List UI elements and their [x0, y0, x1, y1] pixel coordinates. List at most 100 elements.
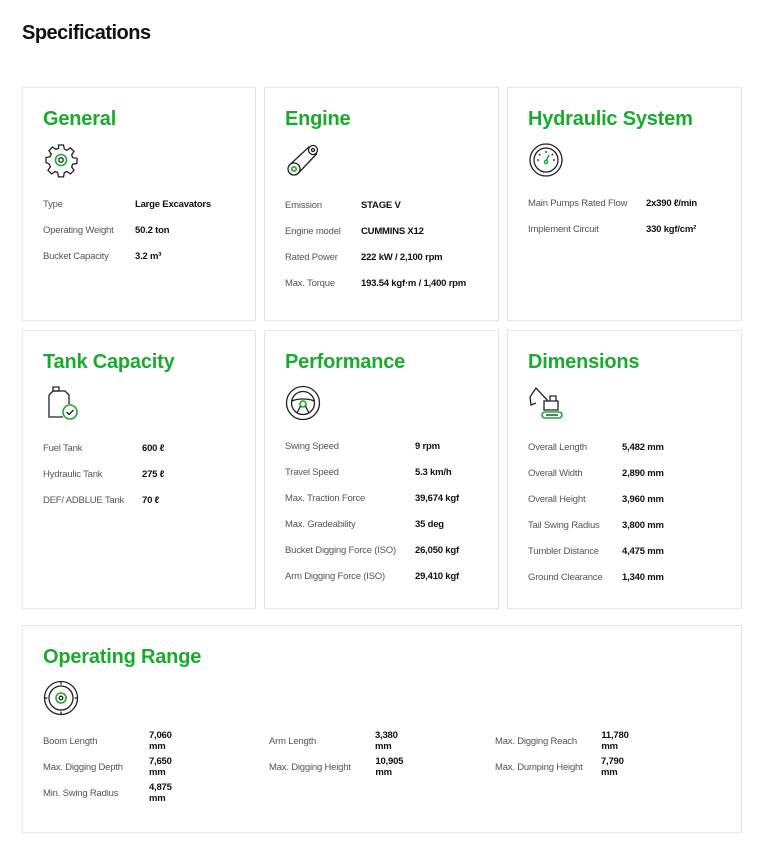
- spec-row: Hydraulic Tank 275 ℓ: [43, 461, 164, 487]
- spec-label: Overall Height: [528, 493, 586, 505]
- spec-label: Main Pumps Rated Flow: [528, 197, 628, 209]
- spec-value: Large Excavators: [135, 198, 212, 210]
- excavator-icon: [529, 386, 563, 419]
- spec-row: Overall Width 2,890 mm: [528, 460, 664, 486]
- spec-value: 2,890 mm: [622, 467, 664, 479]
- spec-value: 11,780 mm: [601, 730, 629, 752]
- performance-spec-list: Swing Speed 9 rpm Travel Speed 5.3 km/h Ma…: [285, 433, 459, 589]
- performance-card: Performance Swing Speed 9 rpm Travel Spee…: [264, 330, 499, 609]
- gauge-icon: [529, 143, 563, 177]
- spec-value: 7,060 mm: [148, 730, 172, 752]
- spec-label: Emission: [285, 199, 322, 211]
- spec-value: 2x390 ℓ/min: [646, 197, 698, 209]
- target-icon: [43, 680, 79, 716]
- spec-row: Rated Power 222 kW / 2,100 rpm: [285, 244, 466, 270]
- spec-row: Operating Weight 50.2 ton: [43, 217, 211, 243]
- spec-label: Hydraulic Tank: [43, 468, 103, 480]
- spec-row: Min. Swing Radius 4,875 mm: [43, 780, 186, 806]
- range-card: Operating Range Boom Length 7,060 mm Arm …: [22, 625, 742, 833]
- spec-row: Tumbler Distance 4,475 mm: [528, 538, 664, 564]
- dimensions-title: Dimensions: [528, 351, 640, 373]
- spec-value: 222 kW / 2,100 rpm: [361, 251, 443, 263]
- spec-value: 4,875 mm: [148, 782, 172, 804]
- range-title: Operating Range: [43, 646, 202, 668]
- spec-label: Arm Digging Force (ISO): [285, 570, 385, 582]
- spec-row: Type Large Excavators: [43, 191, 211, 217]
- spec-label: Max. Digging Height: [269, 761, 351, 773]
- spec-label: Type: [43, 198, 63, 210]
- spec-label: Fuel Tank: [43, 442, 83, 454]
- spec-label: Tumbler Distance: [528, 545, 599, 557]
- engine-card: Engine Emission STAGE V Engine model CUMMI…: [264, 87, 499, 321]
- spec-row: Implement Circuit 330 kgf/cm²: [528, 216, 697, 242]
- spec-value: 7,650 mm: [148, 756, 172, 778]
- spec-row: Bucket Digging Force (ISO) 26,050 kgf: [285, 537, 459, 563]
- spec-value: 50.2 ton: [135, 224, 170, 236]
- general-spec-list: Type Large Excavators Operating Weight 50.…: [43, 191, 211, 269]
- hydraulic-card: Hydraulic System Main Pumps Rated Flow 2x…: [507, 87, 742, 321]
- spec-value: 35 deg: [415, 518, 444, 530]
- spec-value: 4,475 mm: [622, 545, 664, 557]
- gear-icon: [45, 144, 78, 178]
- spec-value: 193.54 kgf·m / 1,400 rpm: [361, 277, 467, 289]
- spec-value: 3,800 mm: [622, 519, 664, 531]
- engine-belt-icon: [287, 144, 319, 176]
- tank-card: Tank Capacity Fuel Tank 600 ℓ Hydraulic T…: [22, 330, 256, 609]
- spec-value: 10,905 mm: [375, 756, 404, 778]
- spec-value: 275 ℓ: [142, 468, 165, 480]
- spec-value: 29,410 kgf: [415, 570, 459, 582]
- spec-value: 3.2 m³: [135, 250, 162, 262]
- spec-value: 1,340 mm: [622, 571, 664, 583]
- spec-value: 5.3 km/h: [415, 466, 452, 478]
- spec-row: Boom Length 7,060 mm: [43, 728, 186, 754]
- spec-value: 39,674 kgf: [415, 492, 459, 504]
- spec-label: Ground Clearance: [528, 571, 603, 583]
- spec-label: Implement Circuit: [528, 223, 599, 235]
- spec-label: Min. Swing Radius: [43, 787, 119, 799]
- general-title: General: [43, 108, 117, 130]
- spec-row: Fuel Tank 600 ℓ: [43, 435, 164, 461]
- spec-value: 330 kgf/cm²: [646, 223, 697, 235]
- spec-label: Operating Weight: [43, 224, 114, 236]
- spec-value: CUMMINS X12: [361, 225, 424, 237]
- spec-row: Engine model CUMMINS X12: [285, 218, 466, 244]
- spec-label: Max. Gradeability: [285, 518, 356, 530]
- page-title: Specifications: [22, 22, 151, 44]
- spec-label: Max. Torque: [285, 277, 335, 289]
- spec-value: 26,050 kgf: [415, 544, 459, 556]
- spec-value: 3,380 mm: [374, 730, 398, 752]
- dimensions-spec-list: Overall Length 5,482 mm Overall Width 2,89…: [528, 434, 664, 590]
- spec-row: DEF/ ADBLUE Tank 70 ℓ: [43, 487, 164, 513]
- performance-title: Performance: [285, 351, 406, 373]
- spec-row: Arm Length 3,380 mm: [269, 728, 412, 754]
- spec-label: Overall Length: [528, 441, 587, 453]
- general-card: General Type Large Excavators Operating W…: [22, 87, 256, 321]
- spec-row: Ground Clearance 1,340 mm: [528, 564, 664, 590]
- spec-label: Max. Traction Force: [285, 492, 366, 504]
- spec-row: Arm Digging Force (ISO) 29,410 kgf: [285, 563, 459, 589]
- spec-row: Max. Gradeability 35 deg: [285, 511, 459, 537]
- hydraulic-spec-list: Main Pumps Rated Flow 2x390 ℓ/min Impleme…: [528, 190, 697, 242]
- spec-value: STAGE V: [361, 199, 401, 211]
- fuel-can-icon: [48, 386, 78, 420]
- spec-label: Boom Length: [43, 735, 98, 747]
- spec-label: DEF/ ADBLUE Tank: [43, 494, 125, 506]
- spec-value: 5,482 mm: [622, 441, 664, 453]
- spec-row: Tail Swing Radius 3,800 mm: [528, 512, 664, 538]
- tank-spec-list: Fuel Tank 600 ℓ Hydraulic Tank 275 ℓ DEF/ …: [43, 435, 164, 513]
- spec-row: Max. Traction Force 39,674 kgf: [285, 485, 459, 511]
- steering-wheel-icon: [285, 385, 321, 421]
- spec-value: 600 ℓ: [142, 442, 165, 454]
- spec-row: Overall Height 3,960 mm: [528, 486, 664, 512]
- spec-row: Bucket Capacity 3.2 m³: [43, 243, 211, 269]
- spec-row: Overall Length 5,482 mm: [528, 434, 664, 460]
- spec-label: Swing Speed: [285, 440, 339, 452]
- spec-label: Max. Dumping Height: [495, 761, 583, 773]
- spec-value: 3,960 mm: [622, 493, 664, 505]
- engine-title: Engine: [285, 108, 351, 130]
- spec-row: Swing Speed 9 rpm: [285, 433, 459, 459]
- spec-row: Emission STAGE V: [285, 192, 466, 218]
- spec-label: Tail Swing Radius: [528, 519, 600, 531]
- spec-label: Arm Length: [269, 735, 317, 747]
- spec-row: Max. Digging Height 10,905 mm: [269, 754, 417, 780]
